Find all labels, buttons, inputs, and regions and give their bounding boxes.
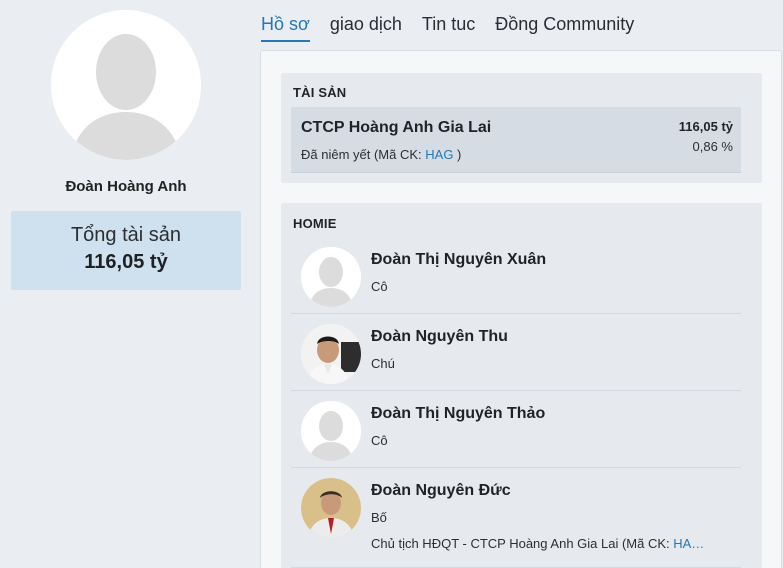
- member-role: Chủ tịch HĐQT - CTCP Hoàng Anh Gia Lai (…: [371, 536, 733, 551]
- profile-column: Đoàn Hoàng Anh Tổng tài sản 116,05 tỷ: [11, 10, 241, 290]
- list-item[interactable]: Đoàn Nguyên Thu Chú: [291, 314, 741, 391]
- ticker-link[interactable]: HAG: [425, 147, 453, 162]
- asset-amount: 116,05 tỷ: [678, 119, 733, 134]
- member-avatar: [301, 324, 361, 384]
- user-placeholder-icon: [301, 401, 361, 461]
- role-text: Chủ tịch HĐQT - CTCP Hoàng Anh Gia Lai (…: [371, 536, 674, 551]
- asset-listing-status: Đã niêm yết (Mã CK: HAG ): [301, 147, 461, 162]
- asset-company: CTCP Hoàng Anh Gia Lai: [301, 119, 492, 136]
- assets-title: TÀI SẢN: [293, 85, 347, 100]
- asset-percent: 0,86 %: [692, 139, 733, 154]
- profile-tabs: Hồ sơ giao dịch Tin tuc Đồng Community: [261, 14, 654, 42]
- total-assets-box: Tổng tài sản 116,05 tỷ: [11, 211, 241, 290]
- member-avatar: [301, 478, 361, 538]
- member-relation: Cô: [371, 279, 388, 294]
- member-relation: Chú: [371, 356, 395, 371]
- total-assets-value: 116,05 tỷ: [84, 251, 168, 273]
- member-relation: Bố: [371, 510, 387, 525]
- tab-giao-dich[interactable]: giao dịch: [330, 14, 402, 42]
- ticker-link[interactable]: HA…: [673, 536, 704, 551]
- tab-ho-so[interactable]: Hồ sơ: [261, 14, 310, 42]
- listing-prefix: Đã niêm yết (Mã CK:: [301, 147, 426, 162]
- asset-row[interactable]: CTCP Hoàng Anh Gia Lai Đã niêm yết (Mã C…: [291, 107, 741, 173]
- user-placeholder-icon: [301, 247, 361, 307]
- member-name: Đoàn Nguyên Thu: [371, 328, 508, 345]
- main-panel: TÀI SẢN CTCP Hoàng Anh Gia Lai Đã niêm y…: [260, 50, 782, 568]
- person-photo-icon: [301, 478, 361, 538]
- member-name: Đoàn Thị Nguyên Xuân: [371, 251, 547, 268]
- tab-tin-tuc[interactable]: Tin tuc: [422, 14, 475, 42]
- assets-card: TÀI SẢN CTCP Hoàng Anh Gia Lai Đã niêm y…: [281, 73, 762, 183]
- member-avatar: [301, 247, 361, 307]
- homie-title: HOMIE: [293, 216, 337, 231]
- homie-card: HOMIE Đoàn Thị Nguyên Xuân Cô Đoàn Nguyê…: [281, 203, 762, 568]
- tab-community[interactable]: Đồng Community: [495, 14, 634, 42]
- listing-suffix: ): [453, 147, 462, 162]
- profile-avatar: [51, 10, 201, 160]
- member-relation: Cô: [371, 433, 388, 448]
- member-name: Đoàn Nguyên Đức: [371, 482, 511, 499]
- member-name: Đoàn Thị Nguyên Thảo: [371, 405, 546, 422]
- list-item[interactable]: Đoàn Thị Nguyên Thảo Cô: [291, 391, 741, 468]
- list-item[interactable]: Đoàn Nguyên Đức Bố Chủ tịch HĐQT - CTCP …: [291, 468, 741, 568]
- total-assets-label: Tổng tài sản: [70, 224, 182, 246]
- profile-name: Đoàn Hoàng Anh: [65, 178, 187, 195]
- person-photo-icon: [301, 324, 361, 384]
- list-item[interactable]: Đoàn Thị Nguyên Xuân Cô: [291, 237, 741, 314]
- member-avatar: [301, 401, 361, 461]
- user-placeholder-icon: [51, 10, 201, 160]
